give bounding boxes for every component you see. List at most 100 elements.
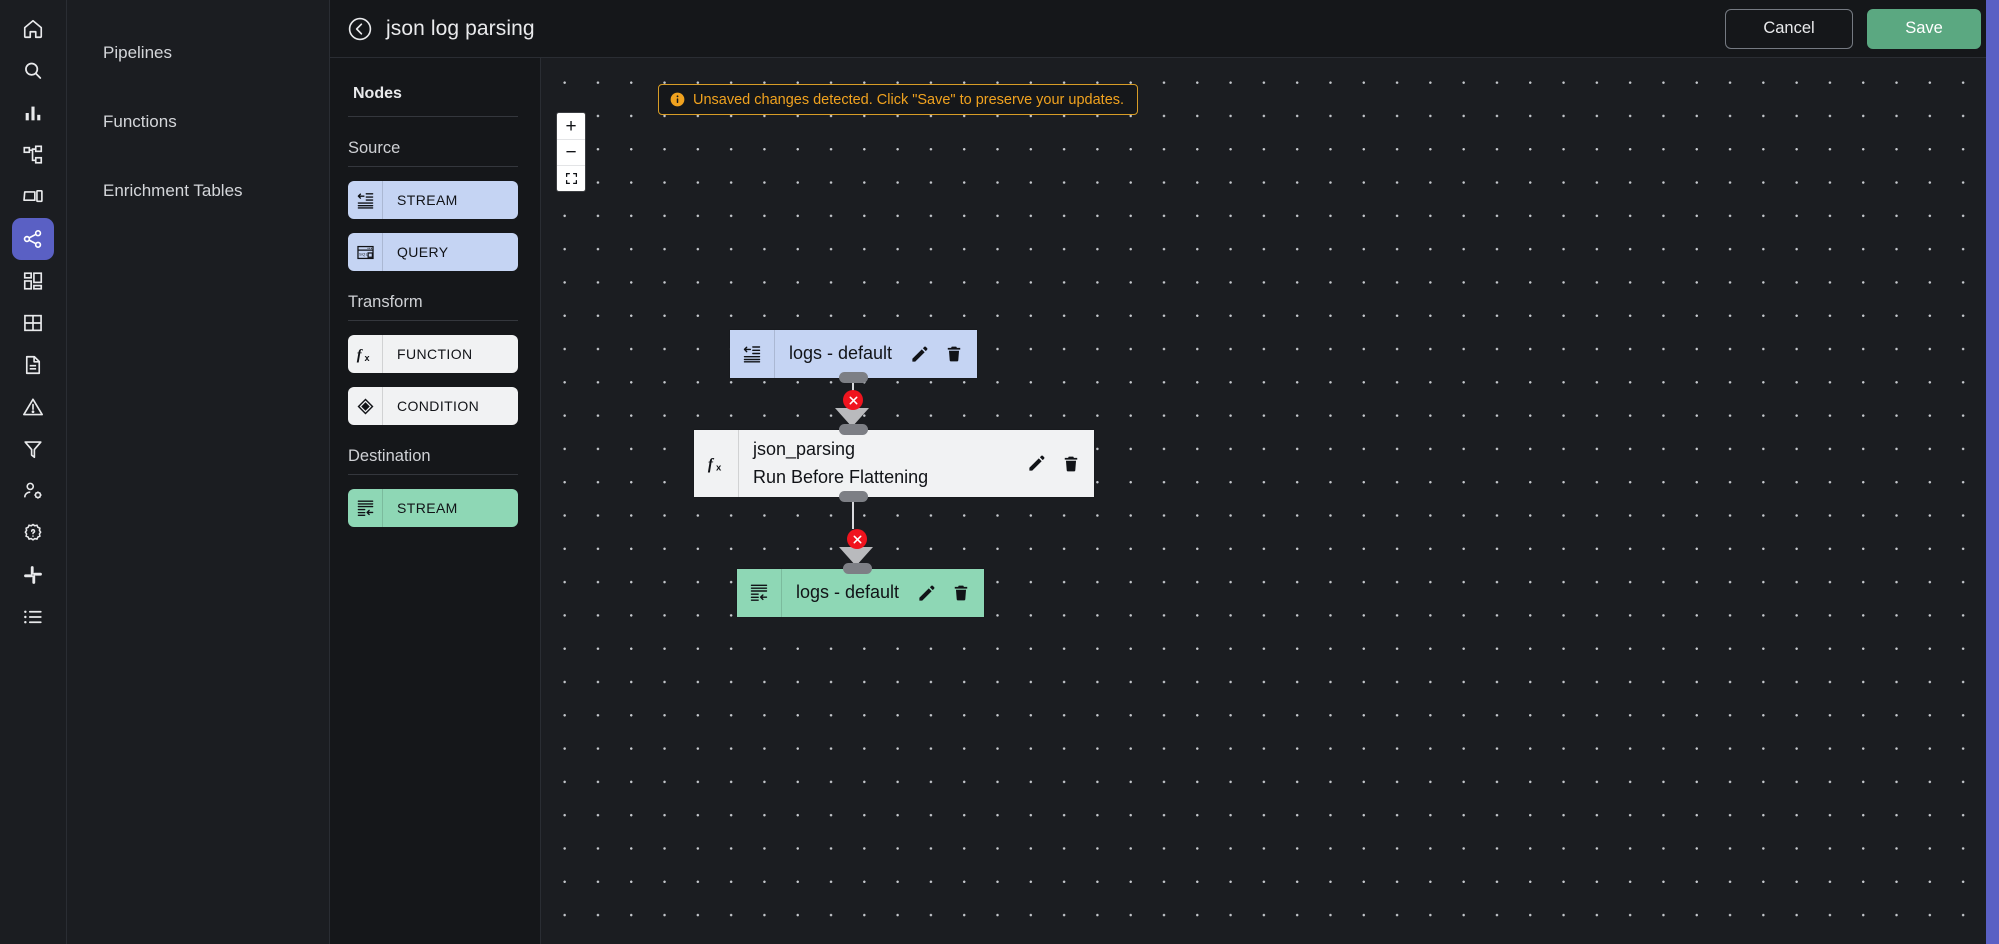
rail-item-metrics[interactable] <box>12 92 54 134</box>
pipeline-canvas[interactable]: Unsaved changes detected. Click "Save" t… <box>541 58 1999 944</box>
edit-node-button[interactable] <box>910 345 929 364</box>
alert-triangle-icon <box>22 396 44 418</box>
rail-item-pipelines[interactable] <box>12 218 54 260</box>
flow-node-actions <box>910 345 977 364</box>
rail-item-dashboards[interactable] <box>12 260 54 302</box>
gear-help-icon <box>22 522 44 544</box>
delete-node-button[interactable] <box>945 345 963 363</box>
subnav-item-functions[interactable]: Functions <box>67 99 329 145</box>
edge-delete-button-2[interactable] <box>847 529 867 549</box>
pipelines-share-icon <box>22 228 44 250</box>
svg-text:f: f <box>357 347 364 363</box>
palette-item-transform-function[interactable]: f x FUNCTION <box>348 335 518 373</box>
trash-icon <box>1062 455 1080 473</box>
pencil-icon <box>910 345 929 364</box>
stream-in-icon <box>348 181 382 219</box>
edge-delete-button-1[interactable] <box>843 390 863 410</box>
trash-icon <box>945 345 963 363</box>
function-fx-icon: f x <box>694 430 738 497</box>
palette-item-label: FUNCTION <box>383 346 473 362</box>
palette-group-source: Source <box>348 139 518 167</box>
palette-item-transform-condition[interactable]: CONDITION <box>348 387 518 425</box>
rail-item-iam[interactable] <box>12 470 54 512</box>
rail-item-filters[interactable] <box>12 428 54 470</box>
node-handle-destination-top[interactable] <box>843 563 872 574</box>
rail-item-reports[interactable] <box>12 344 54 386</box>
rail-item-about[interactable] <box>12 596 54 638</box>
palette-item-label: STREAM <box>383 192 458 208</box>
pipeline-editor-app: Pipelines Functions Enrichment Tables js… <box>0 0 1999 944</box>
document-icon <box>22 354 44 376</box>
zoom-out-button[interactable]: − <box>557 139 585 165</box>
rail-item-alerts[interactable] <box>12 386 54 428</box>
palette-item-source-stream[interactable]: STREAM <box>348 181 518 219</box>
cancel-button[interactable]: Cancel <box>1725 9 1853 49</box>
bar-chart-icon <box>22 102 44 124</box>
edge-line-function-to-destination <box>852 499 854 529</box>
palette-title: Nodes <box>348 78 518 117</box>
rail-item-streams[interactable] <box>12 302 54 344</box>
rail-item-management[interactable] <box>12 512 54 554</box>
edit-node-button[interactable] <box>917 584 936 603</box>
editor-body: Nodes Source STREAM <box>330 58 1999 944</box>
flow-node-text: json_parsing Run Before Flattening <box>739 436 1027 492</box>
palette-item-destination-stream[interactable]: STREAM <box>348 489 518 527</box>
flow-node-title: logs - default <box>775 340 910 368</box>
trash-icon <box>952 584 970 602</box>
svg-text:SQL: SQL <box>359 251 368 256</box>
flow-node-destination-stream[interactable]: logs - default <box>737 569 984 617</box>
editor-topbar: json log parsing Cancel Save <box>330 0 1999 58</box>
flow-node-source-stream[interactable]: logs - default <box>730 330 977 378</box>
subnav-item-pipelines[interactable]: Pipelines <box>67 30 329 76</box>
palette-group-destination: Destination <box>348 447 518 475</box>
svg-text:x: x <box>365 353 370 363</box>
fit-screen-icon <box>565 172 578 185</box>
zoom-controls: + − <box>557 113 585 191</box>
content-area: json log parsing Cancel Save Nodes Sourc… <box>330 0 1999 944</box>
rail-item-slack[interactable] <box>12 554 54 596</box>
palette-item-label: STREAM <box>383 500 458 516</box>
rail-item-search[interactable] <box>12 50 54 92</box>
table-grid-icon <box>22 312 44 334</box>
flow-node-subtitle: Run Before Flattening <box>753 464 1015 492</box>
rail-item-traces[interactable] <box>12 134 54 176</box>
rail-item-rum[interactable] <box>12 176 54 218</box>
edit-node-button[interactable] <box>1027 454 1046 473</box>
save-button[interactable]: Save <box>1867 9 1981 49</box>
svg-text:f: f <box>707 456 714 473</box>
flow-node-title: logs - default <box>782 579 917 607</box>
funnel-filter-icon <box>22 438 44 460</box>
rail-item-home[interactable] <box>12 8 54 50</box>
topology-icon <box>22 144 44 166</box>
dashboard-grid-icon <box>22 270 44 292</box>
stream-in-icon <box>730 330 774 378</box>
function-fx-icon: f x <box>348 335 382 373</box>
stream-out-icon <box>737 569 781 617</box>
stream-out-icon <box>348 489 382 527</box>
palette-item-label: QUERY <box>383 244 449 260</box>
condition-diamond-icon <box>348 387 382 425</box>
secondary-nav: Pipelines Functions Enrichment Tables <box>67 0 330 944</box>
node-handle-function-bottom[interactable] <box>839 491 868 502</box>
svg-text:x: x <box>716 463 722 474</box>
info-circle-icon <box>670 92 685 107</box>
node-palette: Nodes Source STREAM <box>330 58 541 944</box>
search-icon <box>22 60 44 82</box>
page-title: json log parsing <box>386 17 535 41</box>
edge-delete-x-icon <box>848 395 859 406</box>
fit-view-button[interactable] <box>557 165 585 191</box>
subnav-item-enrichment-tables[interactable]: Enrichment Tables <box>67 168 329 214</box>
palette-item-source-query[interactable]: SQL QUERY <box>348 233 518 271</box>
delete-node-button[interactable] <box>952 584 970 602</box>
back-circle-icon[interactable] <box>347 16 373 42</box>
palette-item-label: CONDITION <box>383 398 479 414</box>
right-accent-strip <box>1986 0 1999 944</box>
flow-node-title: json_parsing <box>753 436 1015 464</box>
delete-node-button[interactable] <box>1062 455 1080 473</box>
flow-node-transform-function[interactable]: f x json_parsing Run Before Flattening <box>694 430 1094 497</box>
node-handle-function-top[interactable] <box>839 424 868 435</box>
sql-query-icon: SQL <box>348 233 382 271</box>
zoom-in-button[interactable]: + <box>557 113 585 139</box>
node-handle-source-bottom[interactable] <box>839 372 868 383</box>
primary-icon-rail <box>0 0 67 944</box>
